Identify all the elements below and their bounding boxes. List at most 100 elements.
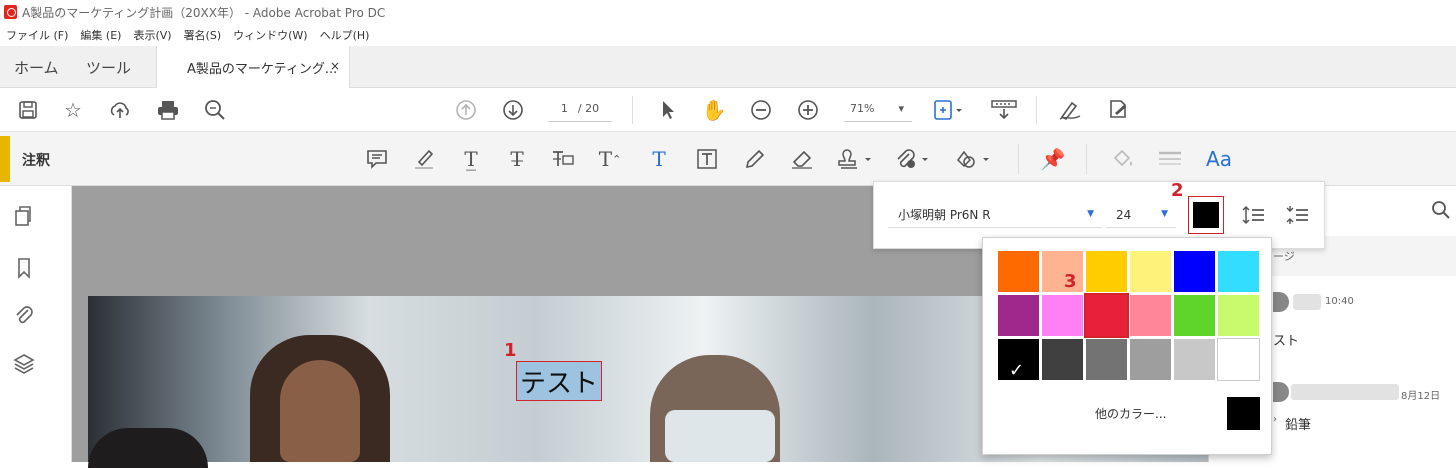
highlight-icon[interactable]	[409, 144, 439, 174]
fit-page-icon[interactable]	[930, 96, 968, 124]
hand-tool-icon[interactable]: ✋	[700, 96, 728, 124]
color-swatch[interactable]	[1085, 250, 1128, 293]
font-size-dropdown[interactable]: 24 ▼	[1106, 202, 1176, 228]
fill-sign-icon[interactable]	[1056, 96, 1084, 124]
search-icon[interactable]	[201, 96, 229, 124]
search-icon[interactable]	[1431, 200, 1451, 225]
color-swatch[interactable]	[1129, 250, 1172, 293]
underline-text-icon[interactable]: T̲	[456, 144, 486, 174]
color-swatch[interactable]	[1085, 338, 1128, 381]
color-swatch[interactable]	[997, 250, 1040, 293]
color-swatch[interactable]	[1041, 338, 1084, 381]
zoom-value: 71%	[850, 102, 875, 115]
chevron-down-icon: ▼	[1087, 209, 1094, 219]
text-color-swatch	[1193, 202, 1219, 228]
menu-file[interactable]: ファイル (F)	[6, 27, 68, 43]
tab-home[interactable]: ホーム	[14, 46, 59, 88]
comment-time: 8月12日	[1401, 391, 1441, 402]
step-marker-1: 1	[504, 340, 517, 361]
menu-edit[interactable]: 編集 (E)	[80, 27, 121, 43]
color-swatch[interactable]	[1217, 250, 1260, 293]
color-swatch[interactable]	[1217, 294, 1260, 337]
step-marker-2: 2	[1171, 180, 1184, 201]
zoom-dropdown[interactable]: 71% ▾	[844, 96, 912, 122]
tab-tools[interactable]: ツール	[86, 46, 131, 88]
menu-window[interactable]: ウィンドウ(W)	[233, 27, 307, 43]
pin-icon[interactable]: 📌	[1038, 144, 1068, 174]
color-swatch[interactable]	[997, 294, 1040, 337]
menu-help[interactable]: ヘルプ(H)	[320, 27, 370, 43]
bookmark-icon[interactable]	[12, 256, 36, 280]
eraser-icon[interactable]	[787, 144, 817, 174]
drawing-tools-icon[interactable]	[952, 144, 994, 174]
page-thumbnails-icon[interactable]	[12, 204, 36, 228]
toolbar-divider	[1036, 96, 1037, 124]
page-header-label: ージ	[1273, 250, 1295, 263]
page-number-field[interactable]: 1 / 20	[548, 96, 612, 122]
tab-document-label: A製品のマーケティング...	[187, 62, 338, 77]
layers-icon[interactable]	[12, 352, 36, 376]
zoom-in-icon[interactable]	[794, 96, 822, 124]
avatar	[1273, 292, 1289, 312]
color-swatch[interactable]	[1129, 338, 1172, 381]
next-page-icon[interactable]	[499, 96, 527, 124]
close-tab-icon[interactable]: ×	[330, 59, 340, 73]
color-swatch[interactable]	[1173, 338, 1216, 381]
previous-page-icon[interactable]	[452, 96, 480, 124]
font-family-value: 小塚明朝 Pr6N R	[898, 208, 991, 222]
color-swatch[interactable]	[1217, 338, 1260, 381]
font-family-dropdown[interactable]: 小塚明朝 Pr6N R ▼	[888, 202, 1102, 228]
avatar	[1273, 382, 1289, 402]
line-spacing-icon[interactable]	[1242, 204, 1266, 226]
title-bar: A製品のマーケティング計画（20XX年） - Adobe Acrobat Pro…	[0, 0, 1456, 24]
menu-view[interactable]: 表示(V)	[133, 27, 171, 43]
more-colors-button[interactable]: 他のカラー...	[1095, 405, 1166, 422]
paragraph-spacing-icon[interactable]	[1286, 204, 1310, 226]
add-text-icon[interactable]: T	[644, 144, 674, 174]
attachments-icon[interactable]	[12, 304, 36, 328]
comment-time: 10:40	[1325, 296, 1354, 307]
tab-document[interactable]: A製品のマーケティング... ×	[156, 46, 350, 89]
strikethrough-icon[interactable]: T̶	[502, 144, 532, 174]
more-colors-swatch[interactable]	[1227, 397, 1260, 430]
insert-text-icon[interactable]: T ⌃	[595, 144, 625, 174]
color-swatch[interactable]	[1173, 250, 1216, 293]
print-icon[interactable]	[154, 96, 182, 124]
color-swatch[interactable]	[1129, 294, 1172, 337]
color-swatch[interactable]	[1041, 250, 1084, 293]
toolbar-divider	[632, 96, 633, 124]
color-palette-popup: ✓ 他のカラー...	[982, 237, 1272, 455]
pencil-icon[interactable]	[740, 144, 770, 174]
save-icon[interactable]	[14, 96, 42, 124]
fill-color-icon[interactable]	[1108, 144, 1138, 174]
page-total: / 20	[577, 102, 600, 115]
sticky-note-icon[interactable]	[362, 144, 392, 174]
text-box-icon[interactable]	[692, 144, 722, 174]
main-toolbar: ☆ 1 / 20 ✋ 71% ▾	[0, 88, 1456, 132]
window-title: A製品のマーケティング計画（20XX年） - Adobe Acrobat Pro…	[22, 5, 386, 20]
annotation-toolbar: 注釈 T̲ T̶ T ⌃ T 📌 Aa	[0, 132, 1456, 186]
acrobat-icon	[4, 5, 17, 19]
photo-person-foreground	[88, 428, 208, 468]
toolbar-divider	[1018, 144, 1019, 174]
stamp-icon[interactable]	[836, 144, 876, 174]
upload-cloud-icon[interactable]	[106, 96, 134, 124]
star-icon[interactable]: ☆	[59, 96, 87, 124]
font-size-value: 24	[1116, 207, 1132, 222]
text-annotation[interactable]: テスト	[516, 361, 602, 401]
text-properties-button[interactable]: Aa	[1202, 144, 1236, 174]
scroll-mode-icon[interactable]	[988, 96, 1020, 124]
text-color-button[interactable]	[1188, 196, 1224, 234]
replace-text-icon[interactable]	[548, 144, 578, 174]
attach-file-icon[interactable]	[893, 144, 933, 174]
zoom-out-icon[interactable]	[747, 96, 775, 124]
redacted-author	[1291, 384, 1399, 400]
select-cursor-icon[interactable]	[654, 96, 682, 124]
menu-sign[interactable]: 署名(S)	[184, 27, 222, 43]
color-swatch[interactable]	[1173, 294, 1216, 337]
color-swatch-selected-red[interactable]	[1084, 293, 1129, 338]
line-style-icon[interactable]	[1155, 144, 1185, 174]
color-swatch[interactable]	[1041, 294, 1084, 337]
request-signature-icon[interactable]	[1104, 96, 1132, 124]
chevron-right-icon[interactable]: ›	[1273, 414, 1277, 425]
